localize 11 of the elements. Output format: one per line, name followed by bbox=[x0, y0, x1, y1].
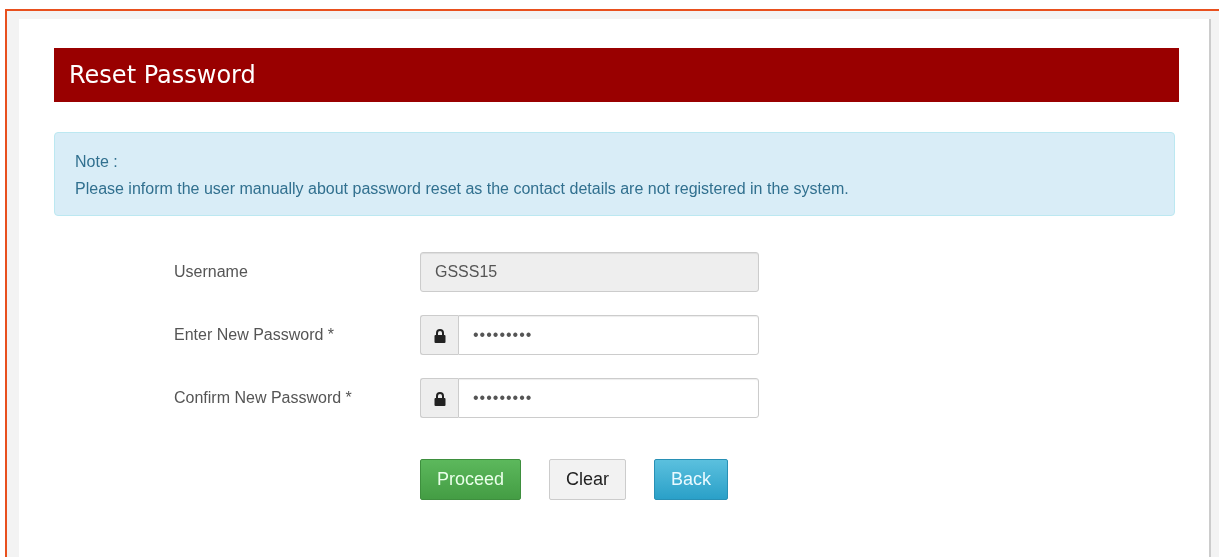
field-label: Enter New Password * bbox=[174, 326, 336, 344]
field-label: Username bbox=[174, 263, 249, 281]
field-label: Confirm New Password * bbox=[174, 389, 353, 407]
password-field[interactable]: ••••••••• bbox=[458, 315, 759, 355]
lock-icon bbox=[420, 315, 458, 355]
lock-icon bbox=[420, 378, 458, 418]
note-message: Please inform the user manually about password reset as the contact details are not registered in the system. bbox=[75, 179, 850, 199]
password-field[interactable]: ••••••••• bbox=[458, 378, 759, 418]
note-title: Note : bbox=[75, 152, 119, 172]
page-title: Reset Password bbox=[69, 61, 256, 89]
clear-button[interactable]: Clear bbox=[549, 459, 627, 500]
